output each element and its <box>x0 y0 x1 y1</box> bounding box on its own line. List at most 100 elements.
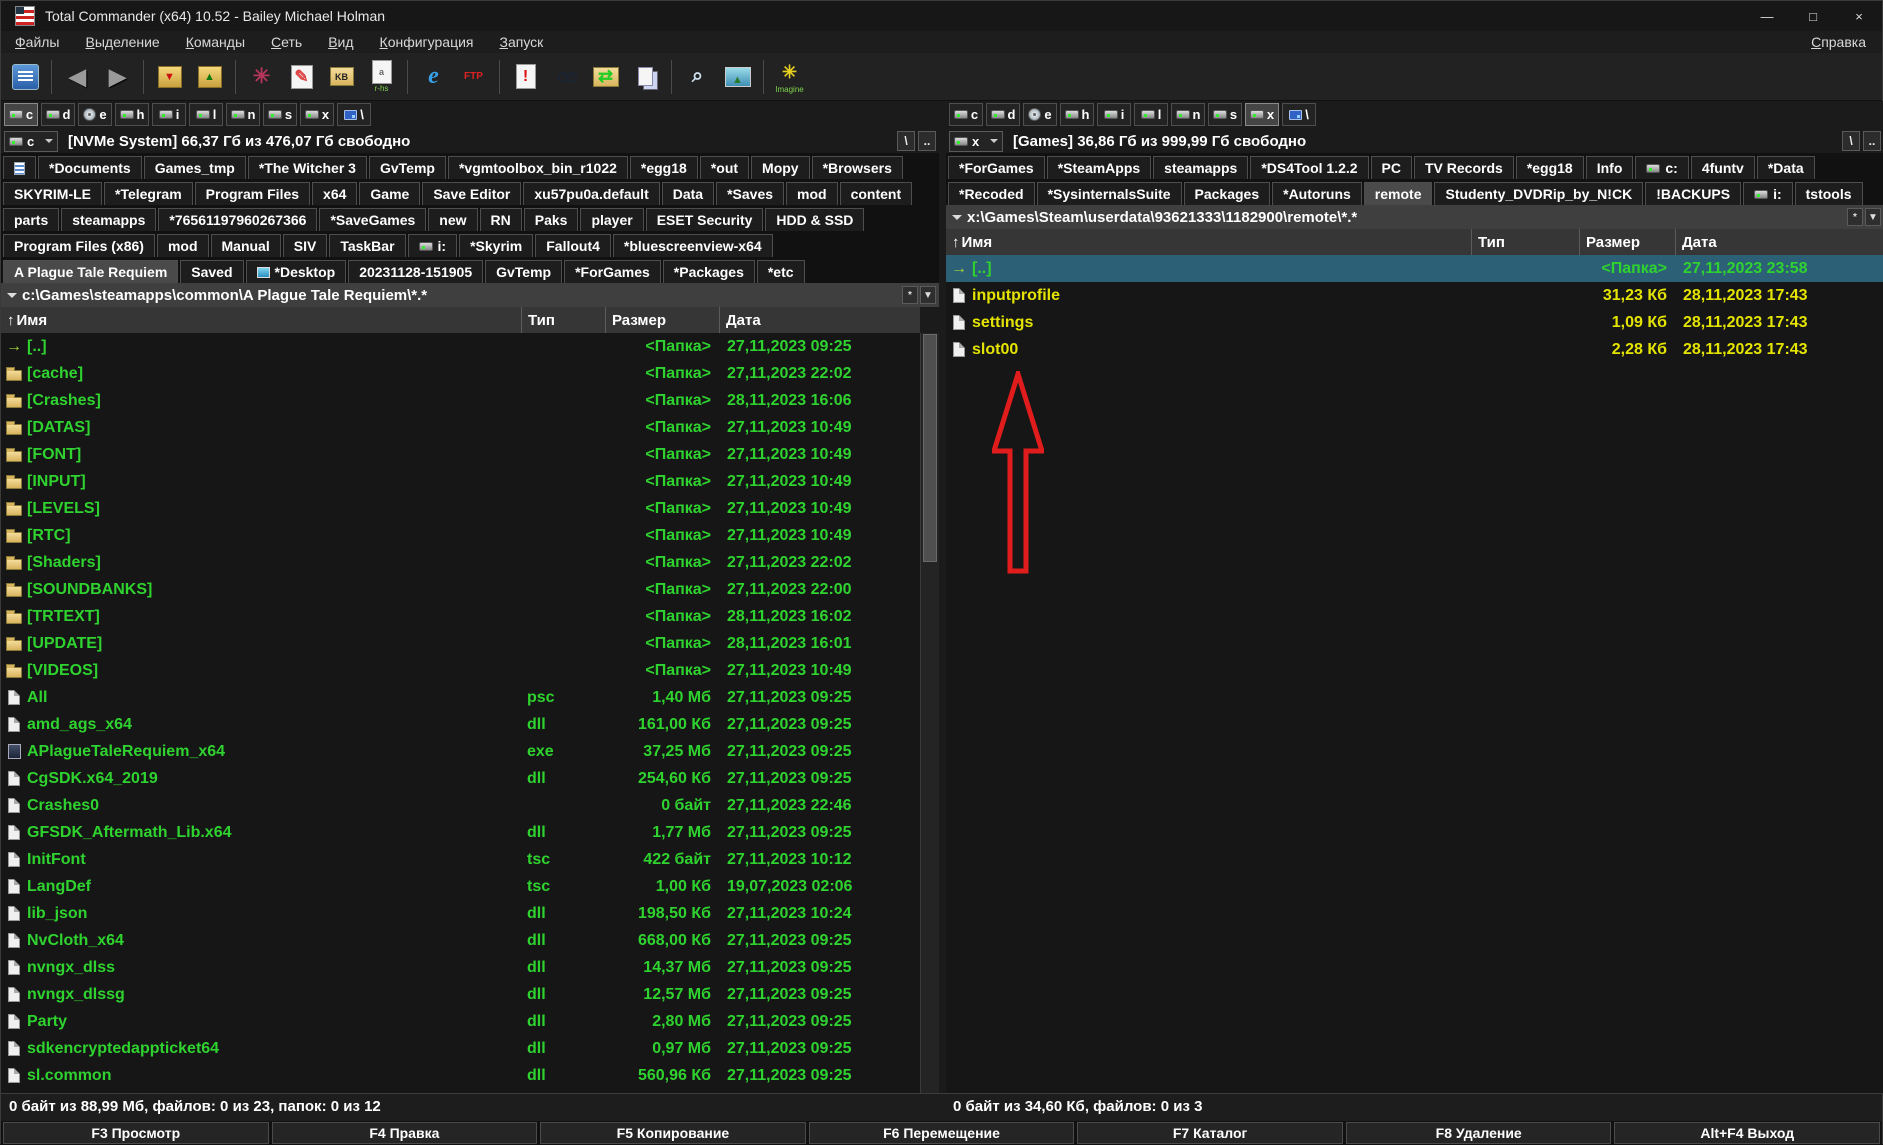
tab-steamapps[interactable]: steamapps <box>61 208 156 231</box>
folder-row[interactable]: [LEVELS]<Папка>27,11,2023 10:49 <box>1 495 920 522</box>
menu-item-конфигурация[interactable]: Конфигурация <box>380 34 474 50</box>
drive-button-left-network[interactable]: \ <box>337 103 371 126</box>
fn-button-f8[interactable]: F8 Удаление <box>1346 1122 1612 1144</box>
tab--recoded[interactable]: *Recoded <box>948 182 1035 205</box>
parent-dir-row[interactable]: [..]<Папка>27,11,2023 09:25 <box>1 333 920 360</box>
column-header-size[interactable]: Размер <box>605 307 719 333</box>
tab--steamapps[interactable]: *SteamApps <box>1047 156 1151 179</box>
close-button[interactable]: × <box>1836 1 1882 31</box>
drive-button-right-i[interactable]: i <box>1097 103 1131 126</box>
drive-button-left-c[interactable]: c <box>4 103 38 126</box>
tab--backups[interactable]: !BACKUPS <box>1645 182 1741 205</box>
column-header-date[interactable]: Дата <box>719 307 919 333</box>
tab-a-plague-tale-requiem[interactable]: A Plague Tale Requiem <box>3 260 178 283</box>
parent-dir-row[interactable]: [..]<Папка>27,11,2023 23:58 <box>946 255 1883 282</box>
column-header-name[interactable]: ↑Имя <box>946 229 1471 255</box>
folder-row[interactable]: [RTC]<Папка>27,11,2023 10:49 <box>1 522 920 549</box>
tab-mopy[interactable]: Mopy <box>751 156 810 179</box>
right-drive-combobox[interactable]: x <box>949 131 1003 152</box>
tab-i-[interactable]: i: <box>408 234 458 257</box>
tab--savegames[interactable]: *SaveGames <box>319 208 426 231</box>
tab--documents[interactable]: *Documents <box>38 156 142 179</box>
drive-button-right-e[interactable]: e <box>1023 103 1057 126</box>
back-button[interactable]: ◀ <box>59 56 96 98</box>
file-row[interactable]: Partydll2,80 Мб27,11,2023 09:25 <box>1 1008 920 1035</box>
tab--desktop[interactable]: *Desktop <box>246 260 347 283</box>
ftp-button[interactable]: FTP <box>455 56 492 98</box>
file-row[interactable]: InitFonttsc422 байт27,11,2023 10:12 <box>1 846 920 873</box>
fn-button-f4[interactable]: F4 Правка <box>272 1122 538 1144</box>
lister-button[interactable]: ⌕ <box>679 56 716 98</box>
menu-item-команды[interactable]: Команды <box>186 34 245 50</box>
column-header-size[interactable]: Размер <box>1579 229 1675 255</box>
right-path-bar[interactable]: x:\Games\Steam\userdata\93621333\1182900… <box>946 205 1883 229</box>
tab-save-editor[interactable]: Save Editor <box>422 182 521 205</box>
tab--etc[interactable]: *etc <box>757 260 805 283</box>
menu-item-файлы[interactable]: Файлы <box>15 34 60 50</box>
tab-info[interactable]: Info <box>1586 156 1634 179</box>
tab-i-[interactable]: i: <box>1743 182 1793 205</box>
tab-game[interactable]: Game <box>359 182 420 205</box>
tab-mod[interactable]: mod <box>786 182 838 205</box>
tab--out[interactable]: *out <box>700 156 749 179</box>
file-row[interactable]: sl.commondll560,96 Кб27,11,2023 09:25 <box>1 1062 920 1089</box>
tab-remote[interactable]: remote <box>1364 182 1433 205</box>
folder-row[interactable]: [FONT]<Папка>27,11,2023 10:49 <box>1 441 920 468</box>
drive-button-left-i[interactable]: i <box>152 103 186 126</box>
right-parent-dir-button[interactable]: .. <box>1863 131 1881 151</box>
drive-button-right-c[interactable]: c <box>949 103 983 126</box>
drive-button-left-s[interactable]: s <box>263 103 297 126</box>
options-button[interactable] <box>7 56 44 98</box>
left-root-dir-button[interactable]: \ <box>897 131 915 151</box>
file-row[interactable]: settings1,09 Кб28,11,2023 17:43 <box>946 309 1883 336</box>
tab-fallout4[interactable]: Fallout4 <box>535 234 611 257</box>
tab-hdd-ssd[interactable]: HDD & SSD <box>765 208 864 231</box>
folder-row[interactable]: [VIDEOS]<Папка>27,11,2023 10:49 <box>1 657 920 684</box>
file-row[interactable]: Crashes00 байт27,11,2023 22:46 <box>1 792 920 819</box>
left-favorites-button[interactable]: * <box>902 286 918 304</box>
tab--egg18[interactable]: *egg18 <box>630 156 698 179</box>
file-row[interactable]: nvngx_dlssdll14,37 Мб27,11,2023 09:25 <box>1 954 920 981</box>
menu-item-запуск[interactable]: Запуск <box>500 34 544 50</box>
tab-packages[interactable]: Packages <box>1184 182 1271 205</box>
image-viewer-button[interactable]: ▲ <box>719 56 756 98</box>
file-row[interactable]: slot002,28 Кб28,11,2023 17:43 <box>946 336 1883 363</box>
file-row[interactable]: CgSDK.x64_2019dll254,60 Кб27,11,2023 09:… <box>1 765 920 792</box>
file-row[interactable]: inputprofile31,23 Кб28,11,2023 17:43 <box>946 282 1883 309</box>
tab-tstools[interactable]: tstools <box>1795 182 1863 205</box>
drive-button-right-h[interactable]: h <box>1060 103 1094 126</box>
folder-row[interactable]: [UPDATE]<Папка>28,11,2023 16:01 <box>1 630 920 657</box>
fn-button-f3[interactable]: F3 Просмотр <box>3 1122 269 1144</box>
file-row[interactable]: nvngx_dlssgdll12,57 Мб27,11,2023 09:25 <box>1 981 920 1008</box>
tab-gvtemp[interactable]: GvTemp <box>485 260 562 283</box>
folder-row[interactable]: [DATAS]<Папка>27,11,2023 10:49 <box>1 414 920 441</box>
file-row[interactable]: amd_ags_x64dll161,00 Кб27,11,2023 09:25 <box>1 711 920 738</box>
calc-space-button[interactable]: KB <box>323 56 360 98</box>
fn-button-alt-f4[interactable]: Alt+F4 Выход <box>1614 1122 1880 1144</box>
fn-button-f6[interactable]: F6 Перемещение <box>809 1122 1075 1144</box>
left-parent-dir-button[interactable]: .. <box>918 131 936 151</box>
drive-button-right-network[interactable]: \ <box>1282 103 1316 126</box>
drive-button-left-x[interactable]: x <box>300 103 334 126</box>
left-path-bar[interactable]: c:\Games\steamapps\common\A Plague Tale … <box>1 283 939 307</box>
tab--autoruns[interactable]: *Autoruns <box>1272 182 1362 205</box>
folder-row[interactable]: [cache]<Папка>27,11,2023 22:02 <box>1 360 920 387</box>
left-scrollbar[interactable] <box>920 333 939 1093</box>
fn-button-f7[interactable]: F7 Каталог <box>1077 1122 1343 1144</box>
drive-button-right-d[interactable]: d <box>986 103 1020 126</box>
right-history-button[interactable]: ▼ <box>1865 208 1881 226</box>
tab-pc[interactable]: PC <box>1371 156 1412 179</box>
tab-4funtv[interactable]: 4funtv <box>1691 156 1755 179</box>
menu-item-сеть[interactable]: Сеть <box>271 34 302 50</box>
drive-button-right-s[interactable]: s <box>1208 103 1242 126</box>
column-header-date[interactable]: Дата <box>1675 229 1883 255</box>
tab--telegram[interactable]: *Telegram <box>104 182 193 205</box>
minimize-button[interactable]: — <box>1744 1 1790 31</box>
file-row[interactable]: LangDeftsc1,00 Кб19,07,2023 02:06 <box>1 873 920 900</box>
tab-new[interactable]: new <box>428 208 477 231</box>
sync-dirs-button[interactable]: ⇄ <box>587 56 624 98</box>
file-row[interactable]: APlagueTaleRequiem_x64exe37,25 Мб27,11,2… <box>1 738 920 765</box>
tab-program-files[interactable]: Program Files <box>195 182 310 205</box>
forward-button[interactable]: ▶ <box>99 56 136 98</box>
tab-manual[interactable]: Manual <box>211 234 281 257</box>
